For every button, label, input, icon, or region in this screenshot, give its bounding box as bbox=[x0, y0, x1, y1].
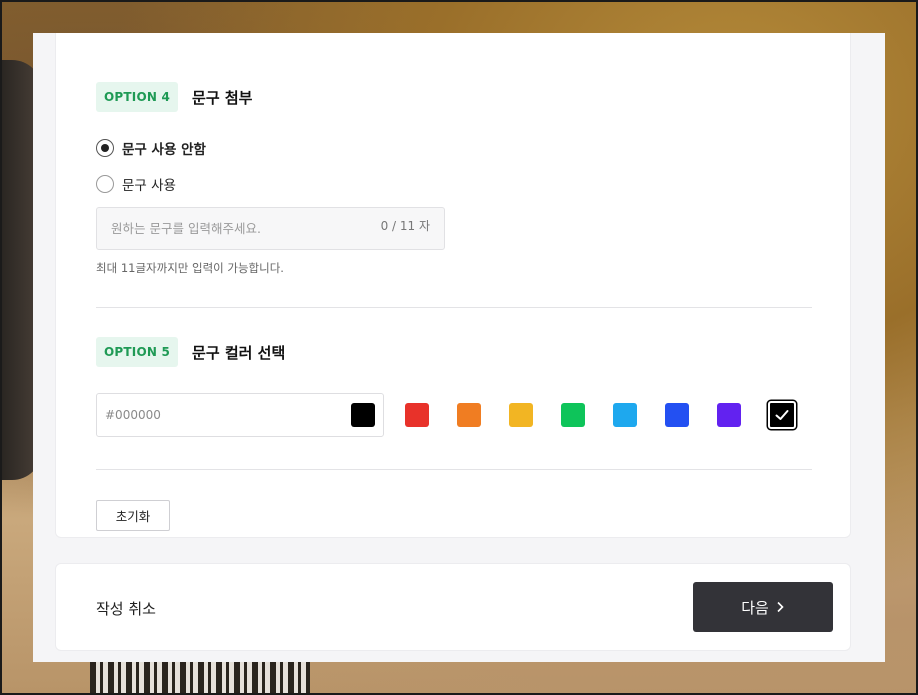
swatch-yellow[interactable] bbox=[509, 403, 533, 427]
radio-no-text-control[interactable] bbox=[96, 139, 114, 157]
swatch-red[interactable] bbox=[405, 403, 429, 427]
swatch-blue[interactable] bbox=[665, 403, 689, 427]
divider bbox=[96, 469, 812, 470]
next-button-label: 다음 bbox=[741, 598, 769, 617]
swatch-purple[interactable] bbox=[717, 403, 741, 427]
option4-header: OPTION 4 문구 첨부 bbox=[96, 82, 252, 112]
option5-header: OPTION 5 문구 컬러 선택 bbox=[96, 337, 285, 367]
reset-button[interactable]: 초기화 bbox=[96, 500, 170, 531]
phrase-hint: 최대 11글자까지만 입력이 가능합니다. bbox=[96, 261, 284, 275]
order-options-panel: OPTION 4 문구 첨부 문구 사용 안함 문구 사용 0 / 11 자 최… bbox=[33, 33, 885, 662]
divider bbox=[96, 307, 812, 308]
chevron-right-icon bbox=[777, 601, 784, 613]
phrase-input-box: 0 / 11 자 bbox=[96, 207, 445, 250]
radio-no-text-label: 문구 사용 안함 bbox=[122, 142, 206, 158]
option4-badge: OPTION 4 bbox=[96, 82, 179, 112]
radio-selected-dot bbox=[101, 144, 109, 152]
hex-color-input[interactable] bbox=[105, 408, 351, 422]
option4-title: 문구 첨부 bbox=[192, 88, 253, 107]
background-qr-code bbox=[90, 662, 310, 693]
footer-bar: 작성 취소 다음 bbox=[55, 563, 851, 651]
hex-color-preview bbox=[351, 403, 375, 427]
swatch-sky[interactable] bbox=[613, 403, 637, 427]
radio-no-text[interactable]: 문구 사용 안함 bbox=[96, 138, 206, 158]
swatch-orange[interactable] bbox=[457, 403, 481, 427]
radio-use-text[interactable]: 문구 사용 bbox=[96, 174, 176, 194]
swatch-black[interactable] bbox=[768, 401, 796, 429]
radio-use-text-label: 문구 사용 bbox=[122, 178, 176, 194]
hex-color-box bbox=[96, 393, 384, 437]
check-icon bbox=[775, 410, 789, 420]
swatch-green[interactable] bbox=[561, 403, 585, 427]
next-button[interactable]: 다음 bbox=[693, 582, 833, 632]
option5-title: 문구 컬러 선택 bbox=[192, 343, 286, 362]
radio-use-text-control[interactable] bbox=[96, 175, 114, 193]
char-counter: 0 / 11 자 bbox=[380, 219, 430, 233]
option5-badge: OPTION 5 bbox=[96, 337, 179, 367]
cancel-button[interactable]: 작성 취소 bbox=[96, 598, 156, 619]
options-card: OPTION 4 문구 첨부 문구 사용 안함 문구 사용 0 / 11 자 최… bbox=[55, 33, 851, 538]
phrase-input[interactable] bbox=[111, 221, 373, 236]
